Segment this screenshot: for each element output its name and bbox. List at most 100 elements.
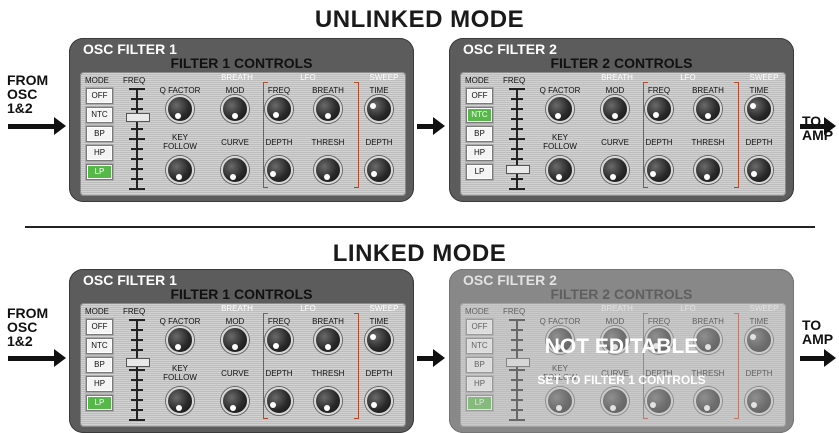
sweep-depth-knob[interactable] — [365, 387, 393, 415]
mod-knob[interactable] — [601, 95, 629, 123]
mode-button-off[interactable]: OFF — [466, 88, 493, 104]
slider-tick — [131, 339, 143, 341]
curve-knob[interactable] — [221, 156, 249, 184]
knob-indicator — [232, 344, 238, 350]
knob-indicator — [749, 102, 756, 109]
mode-button-off[interactable]: OFF — [86, 319, 113, 335]
slider-tick — [511, 158, 523, 160]
time-knob[interactable] — [365, 326, 393, 354]
mode-button-hp[interactable]: HP — [86, 376, 113, 392]
key-follow-label-line1: KEY — [171, 133, 188, 142]
mode-label: MODE — [85, 76, 109, 85]
curve-knob[interactable] — [601, 156, 629, 184]
slider-tick — [131, 148, 143, 150]
freq-slider-label: FREQ — [123, 307, 146, 316]
knob-indicator — [232, 113, 238, 119]
knob-indicator — [750, 171, 757, 178]
sweep-depth-knob[interactable] — [745, 156, 773, 184]
lfo-bracket-right — [354, 82, 359, 188]
slider-tick — [131, 168, 143, 170]
sweep-depth-knob[interactable] — [365, 156, 393, 184]
linked-mode-title: LINKED MODE — [332, 240, 507, 267]
curve-knob[interactable] — [221, 387, 249, 415]
time-knob[interactable] — [365, 95, 393, 123]
q-factor-knob[interactable] — [166, 326, 194, 354]
key-follow-knob[interactable] — [546, 156, 574, 184]
slider-tick — [131, 128, 143, 130]
slider-tick — [129, 319, 145, 321]
key-follow-label-line2: FOLLOW — [163, 142, 197, 151]
knob-indicator — [175, 173, 182, 180]
slider-tick — [131, 329, 143, 331]
unlinked-mode-title: UNLINKED MODE — [314, 6, 525, 33]
mode-button-ntc[interactable]: NTC — [86, 338, 113, 354]
mode-button-bp[interactable]: BP — [466, 126, 493, 142]
input-arrow-bottom — [8, 349, 66, 367]
mode-button-hp[interactable]: HP — [466, 145, 493, 161]
lfo-breath-knob[interactable] — [314, 326, 342, 354]
sweep-section-label: SWEEP — [369, 304, 399, 313]
lfo-freq-knob[interactable] — [265, 326, 293, 354]
from-osc-label-bottom: FROM OSC 1&2 — [7, 305, 49, 349]
breath-section-label: BREATH — [601, 73, 633, 82]
osc-filter-panel: OSC FILTER 1 FILTER 1 CONTROLS MODE OFF NTC B… — [69, 38, 414, 202]
q-factor-label: Q FACTOR — [159, 317, 201, 326]
time-label: TIME — [369, 86, 389, 95]
lfo-freq-knob[interactable] — [645, 95, 673, 123]
lfo-section-label: LFO — [300, 304, 316, 313]
mod-knob[interactable] — [221, 95, 249, 123]
link-arrow-bottom — [417, 349, 445, 367]
knob-indicator — [609, 173, 616, 180]
q-factor-knob[interactable] — [166, 95, 194, 123]
mode-button-bp[interactable]: BP — [86, 126, 113, 142]
q-factor-knob[interactable] — [546, 95, 574, 123]
slider-tick — [131, 158, 143, 160]
knob-indicator — [325, 344, 331, 350]
mode-button-lp[interactable]: LP — [86, 395, 113, 411]
key-follow-knob[interactable] — [166, 156, 194, 184]
output-arrow-bottom — [800, 349, 836, 367]
q-factor-label: Q FACTOR — [159, 86, 201, 95]
depth-knob[interactable] — [645, 156, 673, 184]
mode-button-lp[interactable]: LP — [86, 164, 113, 180]
lfo-freq-knob[interactable] — [265, 95, 293, 123]
slider-tick — [131, 178, 143, 180]
input-arrow-top — [8, 117, 66, 135]
slider-tick — [511, 178, 523, 180]
mode-button-off[interactable]: OFF — [86, 88, 113, 104]
sweep-section-label: SWEEP — [749, 73, 779, 82]
slider-tick — [131, 108, 143, 110]
key-follow-knob[interactable] — [166, 387, 194, 415]
slider-tick — [131, 389, 143, 391]
lfo-breath-knob[interactable] — [694, 95, 722, 123]
set-to-filter1-label: SET TO FILTER 1 CONTROLS — [537, 373, 706, 387]
to-amp-label-bottom: TO AMP — [802, 317, 834, 347]
mod-knob[interactable] — [221, 326, 249, 354]
mode-button-hp[interactable]: HP — [86, 145, 113, 161]
depth-knob[interactable] — [265, 156, 293, 184]
slider-tick — [131, 409, 143, 411]
knob-indicator — [554, 112, 561, 119]
thresh-knob[interactable] — [694, 156, 722, 184]
freq-slider-label: FREQ — [503, 76, 526, 85]
mode-button-ntc[interactable]: NTC — [86, 107, 113, 123]
slider-tick — [131, 399, 143, 401]
slider-tick — [129, 369, 145, 371]
knob-indicator — [703, 173, 710, 180]
key-follow-label-line2: FOLLOW — [543, 142, 577, 151]
lfo-breath-knob[interactable] — [314, 95, 342, 123]
knob-indicator — [652, 112, 659, 119]
mode-button-lp[interactable]: LP — [466, 164, 493, 180]
freq-slider-thumb[interactable] — [126, 358, 150, 367]
depth-knob[interactable] — [265, 387, 293, 415]
lfo-section-label: LFO — [300, 73, 316, 82]
freq-slider-thumb[interactable] — [126, 113, 150, 122]
sweep-section-label: SWEEP — [369, 73, 399, 82]
knob-indicator — [323, 173, 330, 180]
mode-button-bp[interactable]: BP — [86, 357, 113, 373]
time-knob[interactable] — [745, 95, 773, 123]
mode-button-ntc[interactable]: NTC — [466, 107, 493, 123]
thresh-knob[interactable] — [314, 387, 342, 415]
freq-slider-thumb[interactable] — [506, 165, 530, 174]
thresh-knob[interactable] — [314, 156, 342, 184]
